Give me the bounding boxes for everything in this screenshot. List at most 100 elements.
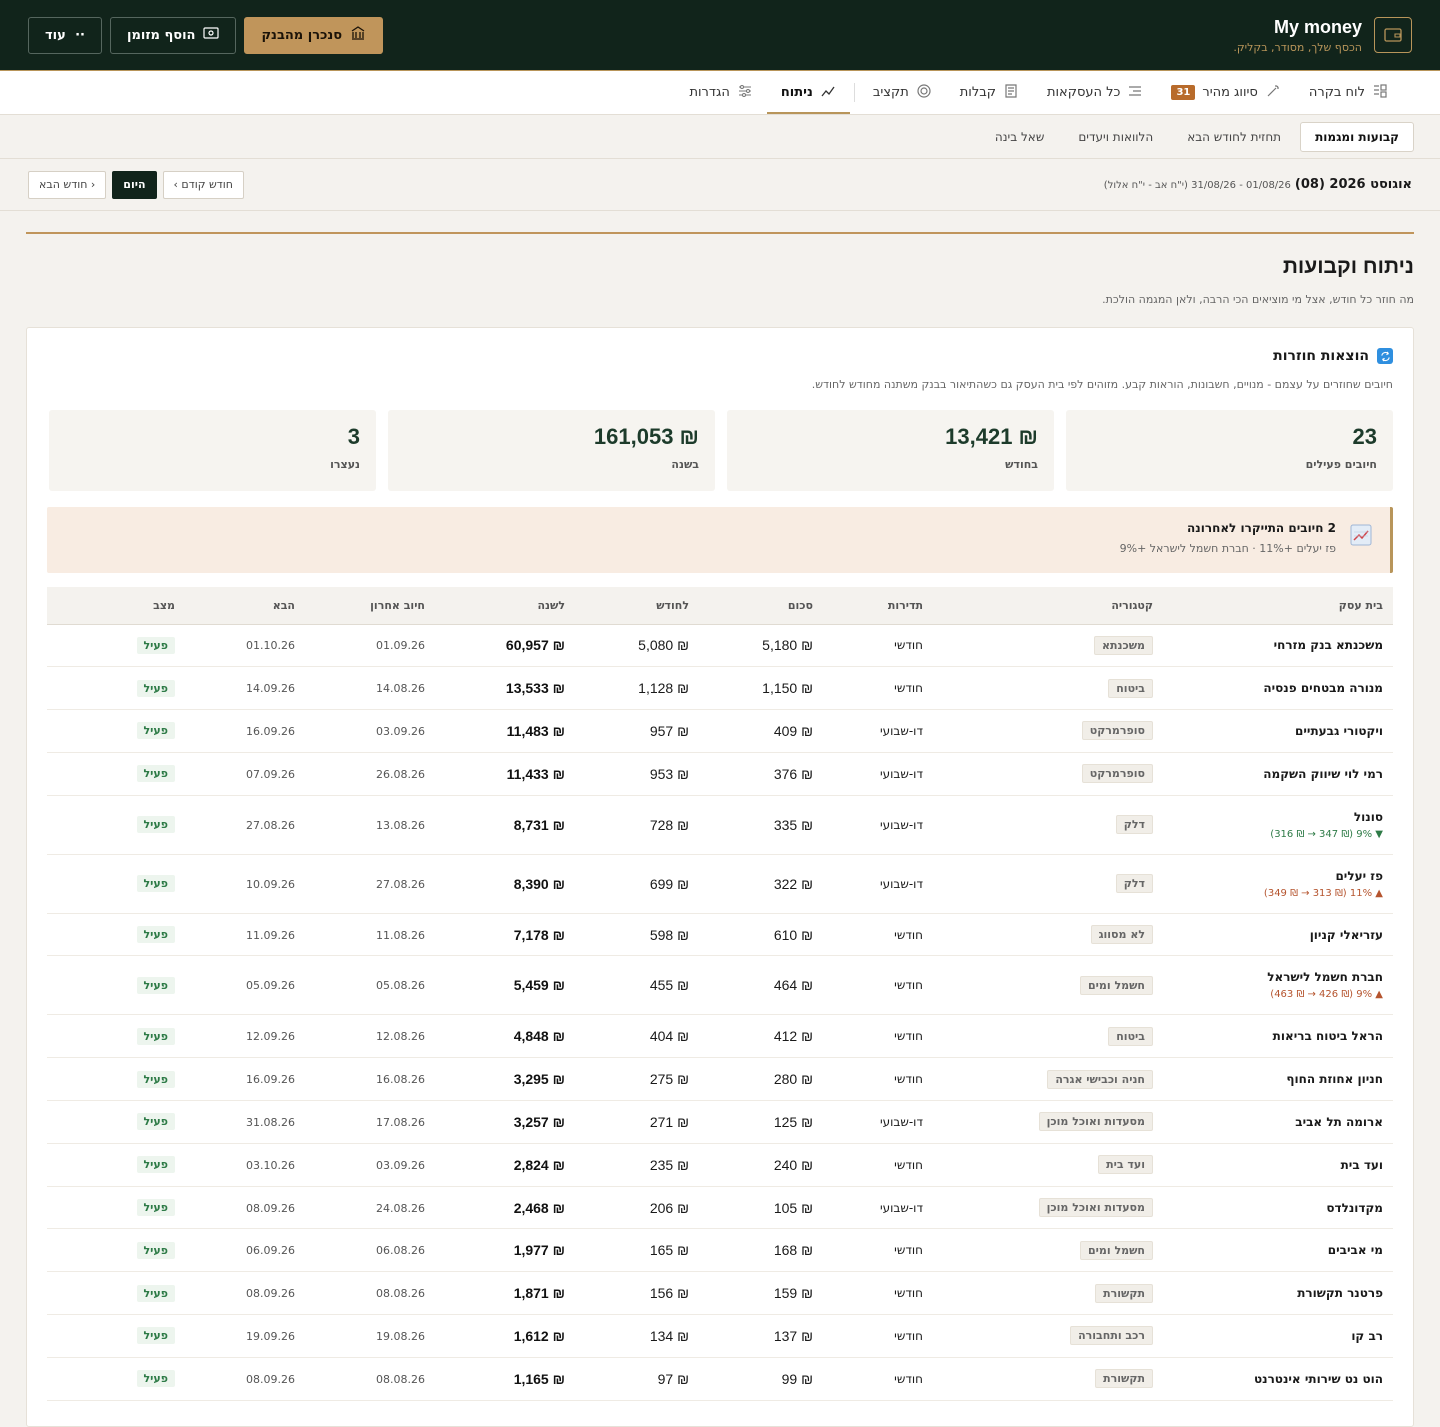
merchant-name: ויקטורי גבעתיים (1295, 723, 1383, 738)
stat-active: 23 חיובים פעילים (1066, 410, 1393, 491)
monthly-value: ₪ 455 (649, 977, 689, 994)
merchant-name: עזריאלי קניון (1309, 927, 1383, 942)
col-last-charge[interactable]: חיוב אחרון (305, 587, 435, 625)
top-bar: My money הכסף שלך, מסודר, בקליק. סנכרן מ… (0, 0, 1440, 71)
table-row[interactable]: ויקטורי גבעתיים סופרמרקט דו-שבועי ₪ 409 ₪ 95… (47, 709, 1393, 753)
table-row[interactable]: חברת חשמל לישראל ▲ 9% (₪ 426 → ₪ 463) חשמל… (47, 955, 1393, 1016)
category-tag[interactable]: רכב ותחבורה (1070, 1326, 1153, 1346)
cell-last-charge: 08.08.26 (305, 1357, 435, 1401)
prev-month-button[interactable]: חודש קודם › (162, 170, 244, 199)
table-row[interactable]: משכנתא בנק מזרחי משכנתא חודשי ₪ 5,180 ₪ 5,08… (47, 624, 1393, 668)
cell-amount: ₪ 159 (699, 1271, 823, 1316)
table-row[interactable]: הוט נט שירותי אינטרנט תקשורת חודשי ₪ 99 ₪ 97… (47, 1357, 1393, 1401)
list-icon (1127, 83, 1143, 103)
amount-value: ₪ 159 (773, 1285, 813, 1302)
cell-yearly: ₪ 7,178 (435, 913, 575, 957)
cell-category: חשמל ומים (933, 955, 1163, 1016)
target-icon (916, 83, 932, 103)
cell-frequency: חודשי (823, 1314, 933, 1358)
tab-receipts[interactable]: קבלות (946, 71, 1033, 114)
category-tag[interactable]: מסעדות ואוכל מוכן (1038, 1198, 1153, 1218)
table-row[interactable]: הראל ביטוח בריאות ביטוח חודשי ₪ 412 ₪ 404 ₪ 4… (47, 1014, 1393, 1059)
tab-dashboard[interactable]: לוח בקרה (1295, 71, 1402, 114)
cell-category: ביטוח (933, 1014, 1163, 1059)
table-row[interactable]: מי אביבים חשמל ומים חודשי ₪ 168 ₪ 165 ₪ 1,977… (47, 1228, 1393, 1273)
merchant-name: ארומה תל אביב (1295, 1114, 1383, 1129)
table-row[interactable]: מנורה מבטחים פנסיה ביטוח חודשי ₪ 1,150 ₪ 1,1… (47, 666, 1393, 711)
status-badge: פעיל (136, 926, 175, 944)
table-row[interactable]: רמי לוי שיווק השקמה סופרמרקט דו-שבועי ₪ 376… (47, 752, 1393, 796)
more-button[interactable]: ·· עוד (28, 16, 102, 54)
next-month-button[interactable]: ‹ חודש הבא (28, 170, 107, 199)
tab-analysis[interactable]: ניתוח (766, 71, 850, 114)
col-frequency[interactable]: תדירות (823, 587, 933, 625)
cell-next: 03.10.26 (185, 1143, 305, 1187)
last-charge-date: 13.08.26 (376, 818, 425, 832)
cell-monthly: ₪ 953 (575, 752, 699, 796)
cell-status: פעיל (47, 1314, 185, 1358)
merchant-name: משכנתא בנק מזרחי (1273, 638, 1383, 653)
last-charge-date: 01.09.26 (376, 639, 425, 653)
category-tag[interactable]: ביטוח (1108, 678, 1153, 698)
amount-value: ₪ 240 (773, 1156, 813, 1173)
category-tag[interactable]: תקשורת (1095, 1283, 1153, 1303)
category-tag[interactable]: ועד בית (1098, 1155, 1153, 1175)
subtab-forecast[interactable]: תחזית לחודש הבא (1172, 122, 1296, 152)
cell-yearly: ₪ 11,433 (435, 752, 575, 796)
table-row[interactable]: חניון אחוזת החוף חניה וכבישי אגרה חודשי ₪ 2… (47, 1057, 1393, 1102)
category-tag[interactable]: משכנתא (1093, 635, 1153, 655)
col-yearly[interactable]: לשנה (435, 587, 575, 625)
category-tag[interactable]: חשמל ומים (1080, 1240, 1153, 1260)
cell-next: 16.09.26 (185, 709, 305, 753)
category-tag[interactable]: דלק (1115, 815, 1153, 835)
sync-bank-button[interactable]: סנכרן מהבנק (244, 16, 384, 54)
table-row[interactable]: סונול ▼ 9% (₪ 347 → ₪ 316) דלק דו-שבועי ₪ 33… (47, 795, 1393, 855)
table-row[interactable]: פרטנר תקשורת תקשורת חודשי ₪ 159 ₪ 156 ₪ 1,871… (47, 1271, 1393, 1316)
table-row[interactable]: עזריאלי קניון לא מסווג חודשי ₪ 610 ₪ 598 ₪ 7,… (47, 913, 1393, 957)
category-tag[interactable]: תקשורת (1095, 1369, 1153, 1389)
last-charge-date: 12.08.26 (376, 1030, 425, 1044)
cell-last-charge: 14.08.26 (305, 666, 435, 711)
last-charge-date: 05.08.26 (376, 979, 425, 993)
category-tag[interactable]: סופרמרקט (1081, 721, 1153, 741)
tab-all-transactions[interactable]: כל העסקאות (1033, 71, 1157, 114)
cell-frequency: דו-שבועי (823, 752, 933, 796)
category-tag[interactable]: מסעדות ואוכל מוכן (1038, 1112, 1153, 1132)
cell-last-charge: 17.08.26 (305, 1100, 435, 1144)
tab-settings[interactable]: הגדרות (675, 71, 766, 114)
next-charge-date: 14.09.26 (246, 682, 295, 696)
col-merchant[interactable]: בית עסק (1163, 587, 1393, 625)
col-category[interactable]: קטגוריה (933, 587, 1163, 625)
category-tag[interactable]: לא מסווג (1090, 925, 1153, 945)
subtab-ask-ai[interactable]: שאל בינה (980, 122, 1059, 152)
table-row[interactable]: פז יעלים ▲ 11% (₪ 313 → ₪ 349) דלק דו-שבועי… (47, 854, 1393, 914)
cell-last-charge: 06.08.26 (305, 1228, 435, 1273)
cell-status: פעיל (47, 1228, 185, 1273)
category-tag[interactable]: חשמל ומים (1080, 975, 1153, 995)
subtab-loans-goals[interactable]: הלוואות ויעדים (1063, 122, 1168, 152)
table-row[interactable]: ועד בית ועד בית חודשי ₪ 240 ₪ 235 ₪ 2,824 03.0… (47, 1143, 1393, 1187)
category-tag[interactable]: דלק (1115, 874, 1153, 894)
table-row[interactable]: מקדונלדס מסעדות ואוכל מוכן דו-שבועי ₪ 105 ₪ … (47, 1186, 1393, 1230)
cell-amount: ₪ 5,180 (699, 624, 823, 668)
col-status[interactable]: מצב (47, 587, 185, 625)
category-tag[interactable]: סופרמרקט (1081, 764, 1153, 784)
today-button[interactable]: היום (112, 170, 157, 199)
col-next[interactable]: הבא (185, 587, 305, 625)
col-monthly[interactable]: לחודש (575, 587, 699, 625)
tab-budget[interactable]: תקציב (859, 71, 946, 114)
table-row[interactable]: ארומה תל אביב מסעדות ואוכל מוכן דו-שבועי ₪ … (47, 1100, 1393, 1144)
amount-value: ₪ 5,180 (762, 637, 813, 654)
last-charge-date: 26.08.26 (376, 767, 425, 781)
col-amount[interactable]: סכום (699, 587, 823, 625)
tab-quick-classify[interactable]: סיווג מהיר 31 (1157, 71, 1294, 114)
table-row[interactable]: רב קו רכב ותחבורה חודשי ₪ 137 ₪ 134 ₪ 1,612 19… (47, 1314, 1393, 1358)
add-cash-button[interactable]: הוסף מזומן (110, 16, 237, 54)
stat-value: ₪ 13,421 (945, 424, 1038, 449)
cell-amount: ₪ 322 (699, 854, 823, 914)
category-tag[interactable]: חניה וכבישי אגרה (1047, 1069, 1153, 1089)
cell-yearly: ₪ 3,295 (435, 1057, 575, 1102)
category-tag[interactable]: ביטוח (1108, 1026, 1153, 1046)
amount-value: ₪ 376 (773, 765, 813, 782)
subtab-fixed-trends[interactable]: קבועות ומגמות (1300, 121, 1414, 152)
